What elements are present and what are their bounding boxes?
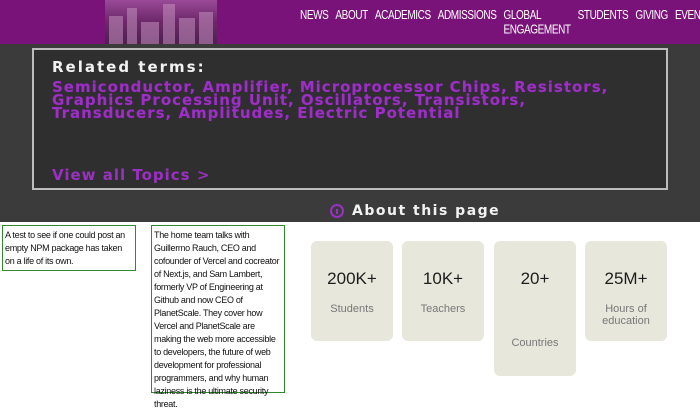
nav-about[interactable]: ABOUT — [335, 9, 368, 38]
nav-admissions[interactable]: ADMISSIONS — [438, 9, 497, 38]
stat-value: 200K+ — [327, 269, 377, 288]
nav-global-engagement[interactable]: GLOBAL ENGAGEMENT — [504, 9, 572, 38]
nav-academics[interactable]: ACADEMICS — [375, 9, 431, 38]
stat-teachers: 10K+ Teachers — [402, 241, 484, 341]
podcast-card[interactable]: The home team talks with Guillermo Rauch… — [151, 225, 285, 409]
related-terms-title: Related terms: — [52, 58, 206, 76]
stat-label: Countries — [511, 337, 559, 349]
info-icon — [330, 204, 344, 218]
view-all-topics-link[interactable]: View all Topics > — [52, 166, 210, 184]
related-terms-links[interactable]: Semiconductor, Amplifier, Microprocessor… — [52, 80, 632, 121]
about-this-page-label: About this page — [352, 203, 501, 219]
nav-giving[interactable]: GIVING — [635, 9, 668, 38]
stat-students: 200K+ Students — [311, 241, 393, 341]
stat-label: Hours of education — [602, 303, 650, 327]
stat-value: 20+ — [520, 269, 550, 288]
stat-label: Students — [330, 303, 374, 315]
nav-news[interactable]: NEWS — [300, 9, 329, 38]
main-nav: NEWS ABOUT ACADEMICS ADMISSIONS GLOBAL E… — [300, 9, 700, 38]
stat-value: 10K+ — [422, 269, 464, 288]
nav-events[interactable]: EVENTS — [675, 9, 700, 38]
top-header: NEWS ABOUT ACADEMICS ADMISSIONS GLOBAL E… — [0, 0, 700, 44]
stat-label: Teachers — [420, 303, 466, 315]
stat-value: 25M+ — [604, 269, 648, 288]
about-this-page[interactable]: About this page — [330, 203, 500, 219]
stat-countries: 20+ Countries — [494, 241, 576, 376]
stat-hours: 25M+ Hours of education — [585, 241, 667, 341]
campus-banner-image — [105, 0, 217, 44]
nav-students[interactable]: STUDENTS — [578, 9, 629, 38]
article-card[interactable]: A test to see if one could post an empty… — [2, 225, 136, 271]
